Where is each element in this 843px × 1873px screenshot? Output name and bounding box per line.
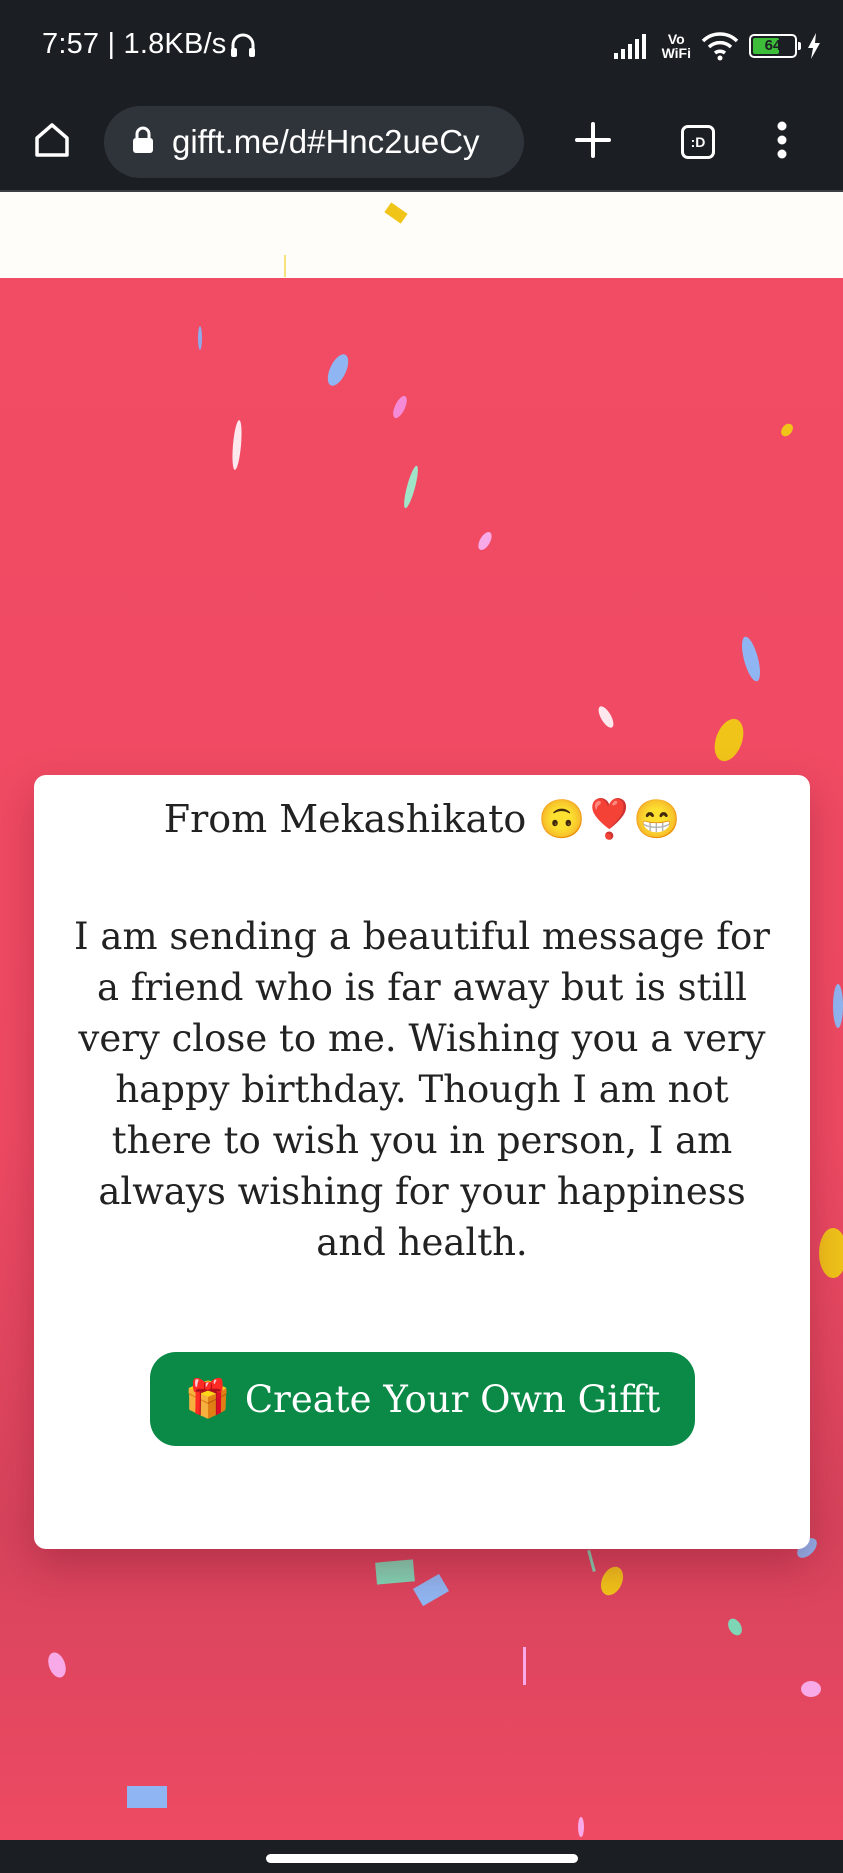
new-tab-button[interactable] xyxy=(555,94,631,190)
battery-level: 64 xyxy=(764,37,782,54)
sender-line: From Mekashikato 🙃❣️😁 xyxy=(163,797,681,841)
message-text: I am sending a beautiful message for a f… xyxy=(74,915,770,1264)
tab-switcher-button[interactable]: :D xyxy=(660,94,736,190)
battery-icon: 64 xyxy=(749,34,801,58)
vo-label: Vo xyxy=(667,31,685,47)
lock-icon xyxy=(132,126,154,158)
create-gifft-button[interactable]: 🎁 Create Your Own Gifft xyxy=(150,1352,695,1446)
more-vert-icon xyxy=(777,121,787,163)
create-gifft-label: Create Your Own Gifft xyxy=(244,1377,661,1421)
home-icon xyxy=(32,120,72,164)
wifi-label: WiFi xyxy=(661,45,691,61)
battery-tip xyxy=(798,42,801,50)
browser-toolbar: gifft.me/d#Hnc2ueCy :D xyxy=(0,94,843,192)
status-bar: 7:57 | 1.8KB/s Vo WiFi 64 xyxy=(0,0,843,94)
tab-switcher-icon: :D xyxy=(681,125,715,159)
system-nav-bar xyxy=(0,1840,843,1873)
status-time: 7:57 | 1.8KB/s xyxy=(42,28,227,60)
home-indicator[interactable] xyxy=(266,1854,578,1863)
overflow-menu-button[interactable] xyxy=(752,94,812,190)
home-button[interactable] xyxy=(14,94,90,190)
message-card: From Mekashikato 🙃❣️😁 I am sending a bea… xyxy=(34,775,810,1549)
vowifi-indicator: Vo WiFi xyxy=(662,32,691,60)
url-text: gifft.me/d#Hnc2ueCy xyxy=(172,123,480,160)
headset-icon xyxy=(228,30,258,60)
wifi-icon xyxy=(701,31,739,61)
signal-icon xyxy=(613,33,652,59)
page-header-strip xyxy=(0,192,843,278)
address-bar[interactable]: gifft.me/d#Hnc2ueCy xyxy=(104,106,524,178)
gift-icon: 🎁 xyxy=(184,1377,231,1420)
plus-icon xyxy=(574,121,612,163)
charging-icon xyxy=(807,33,821,59)
status-indicators: Vo WiFi 64 xyxy=(613,26,821,66)
